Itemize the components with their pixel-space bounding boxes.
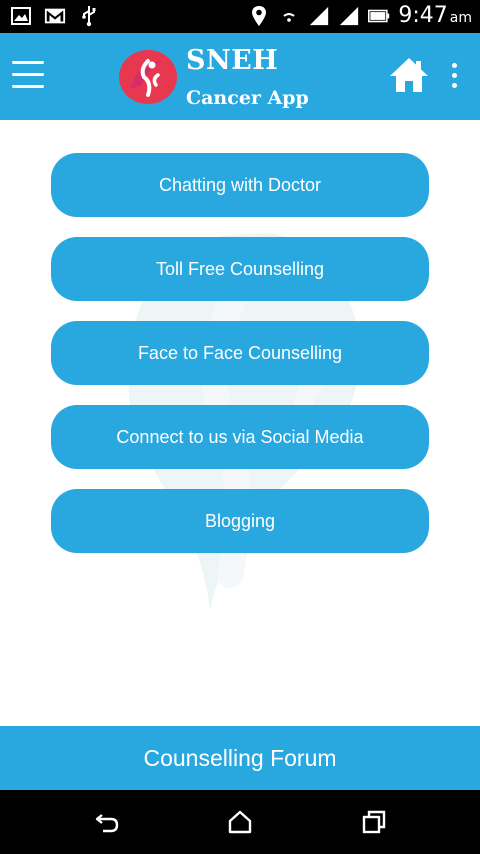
clock: 9:47 am	[398, 3, 472, 28]
app-subtitle: Cancer App	[186, 87, 309, 109]
sneh-logo	[118, 49, 178, 105]
counselling-options: Chatting with Doctor Toll Free Counselli…	[51, 153, 429, 573]
status-bar: 9:47 am	[0, 0, 480, 33]
counselling-forum-bar: Counselling Forum	[0, 726, 480, 790]
clock-ampm: am	[449, 10, 472, 26]
clock-time: 9:47	[398, 3, 448, 28]
battery-icon	[368, 5, 390, 27]
system-nav-bar	[0, 790, 480, 854]
image-icon	[10, 5, 32, 27]
back-icon[interactable]	[94, 809, 120, 835]
wifi-icon	[278, 5, 300, 27]
signal-icon	[308, 5, 330, 27]
face-to-face-counselling-button[interactable]: Face to Face Counselling	[51, 321, 429, 385]
usb-icon	[78, 5, 100, 27]
more-vert-icon[interactable]	[446, 63, 462, 91]
hamburger-icon[interactable]	[12, 61, 44, 91]
main-content: Chatting with Doctor Toll Free Counselli…	[0, 120, 480, 726]
app-title: SNEH	[186, 45, 279, 76]
social-media-button[interactable]: Connect to us via Social Media	[51, 405, 429, 469]
signal-icon	[338, 5, 360, 27]
gmail-icon	[44, 5, 66, 27]
recents-icon[interactable]	[361, 809, 387, 835]
home-icon[interactable]	[388, 55, 430, 95]
toll-free-counselling-button[interactable]: Toll Free Counselling	[51, 237, 429, 301]
footer-title: Counselling Forum	[143, 744, 337, 771]
chat-with-doctor-button[interactable]: Chatting with Doctor	[51, 153, 429, 217]
home-icon[interactable]	[227, 809, 253, 835]
blogging-button[interactable]: Blogging	[51, 489, 429, 553]
app-bar: SNEH Cancer App	[0, 33, 480, 120]
location-pin-icon	[248, 5, 270, 27]
